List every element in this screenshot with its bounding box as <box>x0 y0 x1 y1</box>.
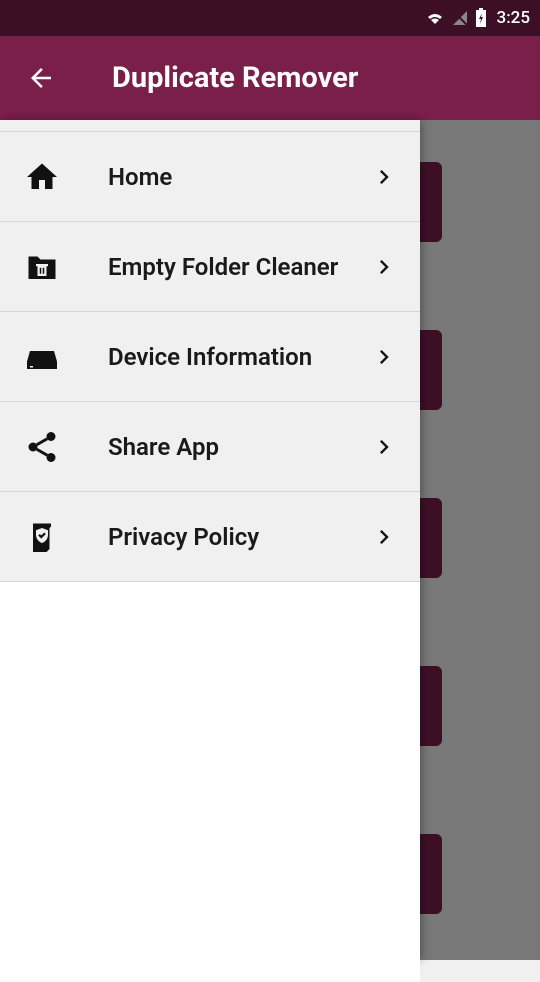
privacy-icon <box>20 515 64 559</box>
app-bar: Duplicate Remover <box>0 36 540 120</box>
sidebar-item-device-info[interactable]: Device Information <box>0 312 420 402</box>
chevron-right-icon <box>370 523 398 551</box>
sidebar-item-empty-folder[interactable]: Empty Folder Cleaner <box>0 222 420 312</box>
chevron-right-icon <box>370 343 398 371</box>
folder-trash-icon <box>20 245 64 289</box>
sidebar-item-privacy[interactable]: Privacy Policy <box>0 492 420 582</box>
wifi-icon <box>425 10 445 26</box>
back-button[interactable] <box>20 57 62 99</box>
sidebar-item-label: Share App <box>108 433 370 461</box>
chevron-right-icon <box>370 433 398 461</box>
content-area: Home Empty Folder Cleaner Device Informa… <box>0 120 540 960</box>
sidebar-item-label: Empty Folder Cleaner <box>108 253 370 281</box>
signal-off-icon <box>451 9 469 27</box>
sidebar-item-label: Device Information <box>108 343 370 371</box>
share-icon <box>20 425 64 469</box>
status-time: 3:25 <box>497 8 530 28</box>
home-icon <box>20 155 64 199</box>
chevron-right-icon <box>370 163 398 191</box>
sidebar-item-label: Home <box>108 163 370 191</box>
navigation-drawer: Home Empty Folder Cleaner Device Informa… <box>0 120 420 960</box>
battery-icon <box>475 8 487 28</box>
sidebar-item-label: Privacy Policy <box>108 523 370 551</box>
sidebar-item-home[interactable]: Home <box>0 132 420 222</box>
status-bar: 3:25 <box>0 0 540 36</box>
device-icon <box>20 335 64 379</box>
page-title: Duplicate Remover <box>112 61 358 95</box>
chevron-right-icon <box>370 253 398 281</box>
arrow-left-icon <box>26 63 56 93</box>
sidebar-item-share[interactable]: Share App <box>0 402 420 492</box>
